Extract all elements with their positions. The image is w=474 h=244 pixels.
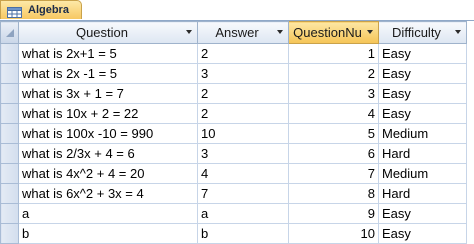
cell-answer[interactable]: 2 <box>197 43 289 64</box>
table-icon <box>7 5 22 18</box>
cell-question-number[interactable]: 2 <box>288 63 379 84</box>
cell-question-number[interactable]: 8 <box>288 183 379 204</box>
column-label: QuestionNu <box>293 25 362 40</box>
column-header-question[interactable]: Question <box>18 21 198 44</box>
cell-question[interactable]: what is 4x^2 + 4 = 20 <box>18 163 198 184</box>
table-row[interactable]: what is 10x + 2 = 22 2 4 Easy <box>0 103 467 124</box>
cell-question[interactable]: what is 2x -1 = 5 <box>18 63 198 84</box>
cell-question[interactable]: a <box>18 203 198 224</box>
table-body: what is 2x+1 = 5 2 1 Easy what is 2x -1 = 53… <box>0 43 467 244</box>
cell-answer[interactable]: 2 <box>197 103 289 124</box>
cell-question[interactable]: what is 6x^2 + 3x = 4 <box>18 183 198 204</box>
cell-difficulty[interactable]: Hard <box>378 143 467 164</box>
table-row[interactable]: what is 4x^2 + 4 = 20 4 7 Medium <box>0 163 467 184</box>
cell-difficulty[interactable]: Easy <box>378 83 467 104</box>
cell-difficulty[interactable]: Easy <box>378 43 467 64</box>
cell-question-number[interactable]: 5 <box>288 123 379 144</box>
cell-difficulty[interactable]: Hard <box>378 183 467 204</box>
cell-question[interactable]: what is 2x+1 = 5 <box>18 43 198 64</box>
cell-question-number[interactable]: 9 <box>288 203 379 224</box>
cell-answer[interactable]: 10 <box>197 123 289 144</box>
cell-question-number[interactable]: 7 <box>288 163 379 184</box>
cell-question-number[interactable]: 1 <box>288 43 379 64</box>
cell-question-number[interactable]: 10 <box>288 223 379 244</box>
row-selector[interactable] <box>0 223 19 244</box>
column-header-answer[interactable]: Answer <box>197 21 289 44</box>
select-all-icon <box>6 29 14 37</box>
cell-difficulty[interactable]: Easy <box>378 223 467 244</box>
cell-answer[interactable]: 3 <box>197 63 289 84</box>
cell-answer[interactable]: b <box>197 223 289 244</box>
object-tab-bar: Algebra <box>0 0 474 20</box>
cell-difficulty[interactable]: Medium <box>378 123 467 144</box>
datasheet-table: Question Answer QuestionNu Difficulty wh… <box>0 21 467 244</box>
cell-question-number[interactable]: 3 <box>288 83 379 104</box>
cell-difficulty[interactable]: Easy <box>378 203 467 224</box>
dropdown-arrow-icon[interactable] <box>455 30 461 34</box>
row-selector[interactable] <box>0 183 19 204</box>
cell-answer[interactable]: 3 <box>197 143 289 164</box>
cell-question-number[interactable]: 6 <box>288 143 379 164</box>
cell-difficulty[interactable]: Medium <box>378 163 467 184</box>
cell-answer[interactable]: a <box>197 203 289 224</box>
cell-answer[interactable]: 4 <box>197 163 289 184</box>
cell-answer[interactable]: 7 <box>197 183 289 204</box>
cell-question[interactable]: what is 100x -10 = 990 <box>18 123 198 144</box>
tab-algebra[interactable]: Algebra <box>0 0 82 19</box>
row-selector[interactable] <box>0 163 19 184</box>
column-header-difficulty[interactable]: Difficulty <box>378 21 467 44</box>
cell-question[interactable]: b <box>18 223 198 244</box>
table-row[interactable]: what is 3x + 1 = 7 2 3 Easy <box>0 83 467 104</box>
datasheet-grid: Question Answer QuestionNu Difficulty wh… <box>0 20 474 244</box>
cell-difficulty[interactable]: Easy <box>378 63 467 84</box>
column-label: Answer <box>215 25 259 40</box>
table-row[interactable]: what is 100x -10 = 990 10 5 Medium <box>0 123 467 144</box>
row-selector[interactable] <box>0 143 19 164</box>
table-row[interactable]: what is 2x -1 = 5 3 2 Easy <box>0 63 467 84</box>
cell-question[interactable]: what is 10x + 2 = 22 <box>18 103 198 124</box>
table-row[interactable]: what is 2/3x + 4 = 6 3 6 Hard <box>0 143 467 164</box>
dropdown-arrow-icon[interactable] <box>277 30 283 34</box>
cell-question[interactable]: what is 2/3x + 4 = 6 <box>18 143 198 164</box>
dropdown-arrow-icon[interactable] <box>186 30 192 34</box>
select-all-corner[interactable] <box>0 21 19 44</box>
row-selector[interactable] <box>0 83 19 104</box>
tab-label: Algebra <box>28 4 69 16</box>
row-selector[interactable] <box>0 123 19 144</box>
table-row[interactable]: what is 2x+1 = 5 2 1 Easy <box>0 43 467 64</box>
cell-difficulty[interactable]: Easy <box>378 103 467 124</box>
column-label: Question <box>75 25 129 40</box>
row-selector[interactable] <box>0 203 19 224</box>
dropdown-arrow-icon[interactable] <box>367 30 373 34</box>
table-row[interactable]: b b 10 Easy <box>0 223 467 244</box>
column-label: Difficulty <box>392 25 441 40</box>
table-row[interactable]: what is 6x^2 + 3x = 4 7 8 Hard <box>0 183 467 204</box>
column-header-questionnumber[interactable]: QuestionNu <box>288 21 379 44</box>
cell-answer[interactable]: 2 <box>197 83 289 104</box>
cell-question[interactable]: what is 3x + 1 = 7 <box>18 83 198 104</box>
row-selector[interactable] <box>0 43 19 64</box>
table-row[interactable]: a a 9 Easy <box>0 203 467 224</box>
cell-question-number[interactable]: 4 <box>288 103 379 124</box>
row-selector[interactable] <box>0 63 19 84</box>
row-selector[interactable] <box>0 103 19 124</box>
